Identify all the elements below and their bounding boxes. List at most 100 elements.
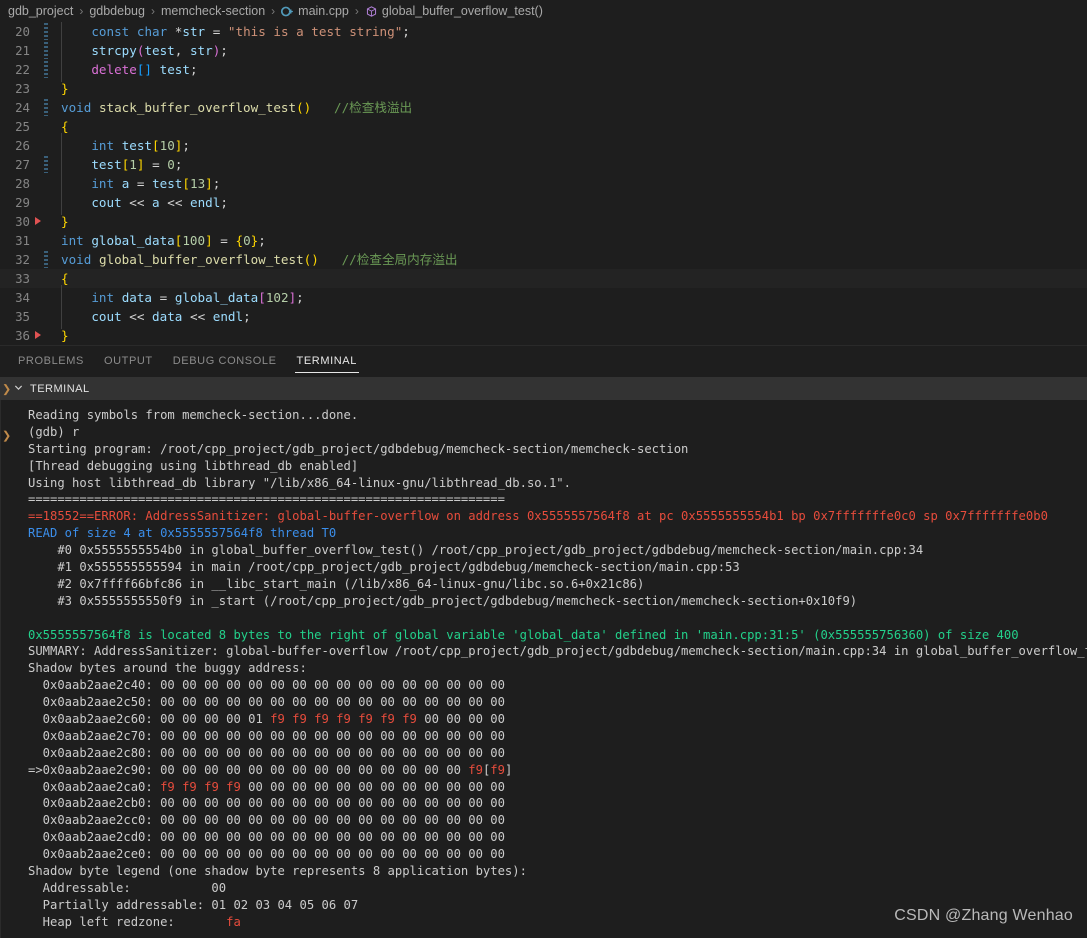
code-line[interactable]: 22 delete[] test; — [0, 57, 1087, 82]
code-token: ; — [220, 195, 228, 210]
code-line[interactable]: 29 cout << a << endl; — [0, 190, 1087, 215]
tab-output[interactable]: OUTPUT — [94, 346, 163, 377]
indent-guide — [61, 133, 91, 158]
code-line[interactable]: 35 cout << data << endl; — [0, 304, 1087, 329]
code-line[interactable]: 30} — [0, 212, 1087, 231]
tab-debug-console[interactable]: DEBUG CONSOLE — [163, 346, 287, 377]
panel-expand-icon[interactable]: ❯ — [2, 382, 12, 395]
code-line[interactable]: 32 void global_buffer_overflow_test() //检… — [0, 250, 1087, 269]
breadcrumb-item-main-cpp[interactable]: main.cpp — [298, 4, 349, 18]
method-symbol-icon — [365, 5, 378, 18]
code-text: cout << a << endl; — [53, 190, 1087, 215]
code-line[interactable]: 23} — [0, 79, 1087, 98]
code-token: { — [61, 119, 69, 134]
tab-terminal[interactable]: TERMINAL — [287, 346, 367, 377]
code-token: const — [91, 24, 130, 39]
code-token: int — [91, 176, 115, 191]
code-token: //检查全局内存溢出 — [341, 252, 458, 267]
terminal-text: READ of size 4 at 0x5555557564f8 thread … — [28, 526, 337, 541]
code-token: data — [121, 290, 153, 305]
terminal-line: [Thread debugging using libthread_db ena… — [28, 458, 1087, 475]
code-token: strcpy — [91, 43, 137, 58]
code-token: global_data — [174, 290, 259, 305]
tab-problems[interactable]: PROBLEMS — [8, 346, 94, 377]
line-number: 33 — [15, 271, 30, 286]
code-editor[interactable]: 20 const char *str = "this is a test str… — [0, 22, 1087, 345]
terminal-text: 0x0aab2aae2ca0: — [28, 779, 161, 794]
breadcrumb-item-memcheck-section[interactable]: memcheck-section — [161, 4, 265, 18]
code-line[interactable]: 27 test[1] = 0; — [0, 152, 1087, 177]
code-text: int test[10]; — [53, 133, 1087, 158]
terminal-line: 0x0aab2aae2c40: 00 00 00 00 00 00 00 00 … — [28, 677, 1087, 694]
terminal-output[interactable]: Reading symbols from memcheck-section...… — [28, 400, 1087, 938]
chevron-down-icon[interactable] — [14, 383, 23, 395]
code-line[interactable]: 36} — [0, 326, 1087, 345]
terminal-text: 0x0aab2aae2c70: 00 00 00 00 00 00 00 00 … — [28, 728, 505, 743]
terminal-text: Starting program: /root/cpp_project/gdb_… — [28, 441, 689, 456]
code-line[interactable]: 34 int data = global_data[102]; — [0, 285, 1087, 310]
terminal-text: 0x0aab2aae2c80: 00 00 00 00 00 00 00 00 … — [28, 745, 505, 760]
breadcrumb-item-gdb-project[interactable]: gdb_project — [8, 4, 73, 18]
code-token: int — [61, 233, 84, 248]
terminal-text: 0x0aab2aae2c40: 00 00 00 00 00 00 00 00 … — [28, 678, 505, 693]
terminal-line: 0x0aab2aae2c80: 00 00 00 00 00 00 00 00 … — [28, 745, 1087, 762]
terminal-text: Heap left redzone: — [28, 914, 227, 929]
terminal-panel[interactable]: ❯ Reading symbols from memcheck-section.… — [0, 400, 1087, 938]
code-token: str — [189, 43, 213, 58]
terminal-text: 0x0aab2aae2ce0: 00 00 00 00 00 00 00 00 … — [28, 847, 505, 862]
terminal-line: 0x0aab2aae2cb0: 00 00 00 00 00 00 00 00 … — [28, 795, 1087, 812]
gutter-spacer — [34, 269, 43, 288]
terminal-line: Addressable: 00 — [28, 880, 1087, 897]
fold-indicator-icon[interactable] — [43, 98, 53, 117]
terminal-text: ========================================… — [28, 492, 505, 507]
code-token: [] — [136, 62, 153, 77]
breadcrumb-item-symbol[interactable]: global_buffer_overflow_test() — [382, 4, 543, 18]
code-text: void global_buffer_overflow_test() //检查全… — [53, 250, 1087, 269]
terminal-line: #2 0x7ffff66bfc86 in __libc_start_main (… — [28, 576, 1087, 593]
code-line[interactable]: 28 int a = test[13]; — [0, 171, 1087, 196]
terminal-text: 00 00 00 00 — [416, 712, 505, 727]
breadcrumb-separator: › — [150, 4, 155, 18]
breakpoint-marker-icon[interactable] — [34, 212, 43, 231]
code-token: char — [136, 24, 168, 39]
terminal-line: Reading symbols from memcheck-section...… — [28, 407, 1087, 424]
fold-indicator-icon[interactable] — [43, 155, 53, 174]
terminal-line: 0x5555557564f8 is located 8 bytes to the… — [28, 627, 1087, 644]
code-line[interactable]: 25 { — [0, 117, 1087, 136]
terminal-line: 0x0aab2aae2c60: 00 00 00 00 01 f9 f9 f9 … — [28, 711, 1087, 728]
code-token: 0 — [167, 157, 175, 172]
code-line[interactable]: 21 strcpy(test, str); — [0, 38, 1087, 63]
terminal-text: f9 — [490, 762, 505, 777]
fold-indicator-icon[interactable] — [43, 60, 53, 79]
gutter-spacer — [34, 193, 43, 212]
breadcrumb-item-gdbdebug[interactable]: gdbdebug — [89, 4, 145, 18]
terminal-text: 0x0aab2aae2cc0: 00 00 00 00 00 00 00 00 … — [28, 813, 505, 828]
code-line[interactable]: 24 void stack_buffer_overflow_test() //检查… — [0, 98, 1087, 117]
gutter-spacer — [34, 117, 43, 136]
code-line[interactable]: 20 const char *str = "this is a test str… — [0, 22, 1087, 44]
gutter-spacer — [34, 60, 43, 79]
code-line[interactable]: 31 int global_data[100] = {0}; — [0, 231, 1087, 250]
terminal-text: Addressable: 00 — [28, 880, 227, 895]
gutter-spacer — [34, 41, 43, 60]
terminal-line: Shadow bytes around the buggy address: — [28, 660, 1087, 677]
breadcrumb-separator: › — [271, 4, 276, 18]
fold-indicator-icon[interactable] — [43, 250, 53, 269]
fold-indicator-icon[interactable] — [43, 22, 53, 41]
code-token: int — [91, 138, 115, 153]
terminal-text: f9 f9 f9 f9 f9 f9 f9 — [270, 712, 417, 727]
code-line[interactable]: 26 int test[10]; — [0, 133, 1087, 158]
code-token: , — [174, 43, 190, 58]
breakpoint-marker-icon[interactable] — [34, 326, 43, 345]
code-line[interactable]: 33 { — [0, 269, 1087, 288]
terminal-text: #2 0x7ffff66bfc86 in __libc_start_main (… — [28, 576, 645, 591]
fold-indicator-icon[interactable] — [43, 41, 53, 60]
terminal-line: #3 0x5555555550f9 in _start (/root/cpp_p… — [28, 593, 1087, 610]
